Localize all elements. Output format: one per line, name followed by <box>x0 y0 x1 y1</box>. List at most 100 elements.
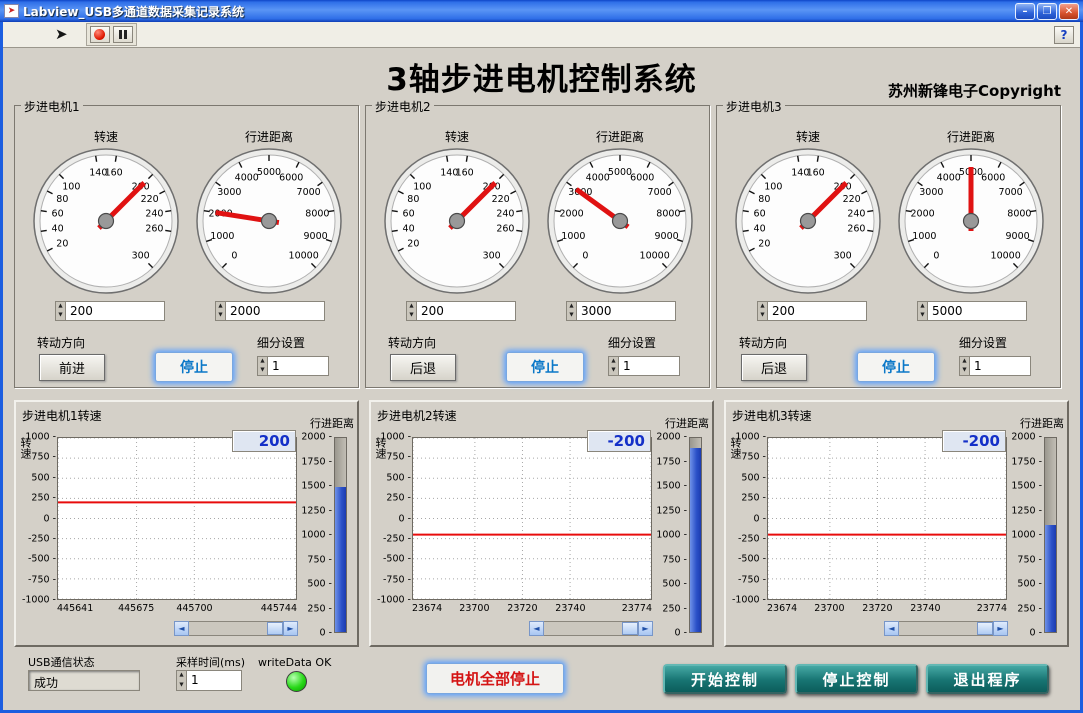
y-tick-label: -750 - <box>27 574 56 586</box>
help-button[interactable]: ? <box>1054 25 1074 44</box>
speed-numeric[interactable]: ▲ ▼ 200 <box>406 301 516 321</box>
svg-text:4000: 4000 <box>586 172 610 183</box>
stop-all-motors-button[interactable]: 电机全部停止 <box>426 663 564 694</box>
speed-numeric[interactable]: ▲ ▼ 200 <box>757 301 867 321</box>
panel-label: 步进电机3 <box>723 98 785 115</box>
titlebar[interactable]: ➤ Labview_USB多通道数据采集记录系统 – ❐ ✕ <box>0 0 1083 22</box>
speed-value-field[interactable]: 200 <box>768 301 867 321</box>
speed-numeric[interactable]: ▲ ▼ 200 <box>55 301 165 321</box>
subdivision-numeric[interactable]: ▲ ▼ 1 <box>608 356 680 376</box>
pause-button[interactable] <box>112 26 133 43</box>
sample-time-numeric[interactable]: ▲ ▼ 1 <box>176 670 242 691</box>
spinner[interactable]: ▲ ▼ <box>917 301 928 321</box>
y-tick-label: 0 - <box>43 513 57 524</box>
speed-gauge-label: 转速 <box>795 130 820 144</box>
exit-program-button[interactable]: 退出程序 <box>926 664 1049 694</box>
spinner[interactable]: ▲ ▼ <box>406 301 417 321</box>
stop-control-button[interactable]: 停止控制 <box>795 664 918 694</box>
close-button[interactable]: ✕ <box>1059 2 1079 20</box>
distance-value-field[interactable]: 3000 <box>577 301 676 321</box>
direction-button[interactable]: 前进 <box>39 354 105 381</box>
speed-gauge[interactable]: 20406080100140160200220240260300 <box>733 146 883 296</box>
y-tick-label: 250 - <box>31 492 56 504</box>
svg-text:60: 60 <box>52 208 64 219</box>
svg-text:9000: 9000 <box>1006 231 1030 242</box>
scrollbar-track[interactable] <box>899 621 993 636</box>
spinner[interactable]: ▲ ▼ <box>215 301 226 321</box>
subdivision-value-field[interactable]: 1 <box>619 356 680 376</box>
distance-bar-fill <box>335 486 346 632</box>
bar-tick-label: 250 - <box>1017 603 1042 614</box>
x-scrollbar[interactable]: ◄ ► <box>174 621 298 636</box>
y-tick-label: -750 - <box>737 574 766 586</box>
maximize-button[interactable]: ❐ <box>1037 2 1057 20</box>
scrollbar-track[interactable] <box>544 621 638 636</box>
minimize-button[interactable]: – <box>1015 2 1035 20</box>
y-tick-label: -1000 - <box>376 594 411 606</box>
scrollbar-thumb[interactable] <box>267 622 283 635</box>
speed-value-field[interactable]: 200 <box>417 301 516 321</box>
scrollbar-thumb[interactable] <box>622 622 638 635</box>
scroll-left-button[interactable]: ◄ <box>529 621 544 636</box>
svg-text:5000: 5000 <box>257 167 281 178</box>
x-tick-label: 23700 <box>459 603 490 614</box>
sample-time-field[interactable]: 1 <box>187 670 242 691</box>
spinner[interactable]: ▲ ▼ <box>566 301 577 321</box>
stop-button[interactable]: 停止 <box>506 352 584 382</box>
spinner[interactable]: ▲ ▼ <box>55 301 66 321</box>
scrollbar-thumb[interactable] <box>977 622 993 635</box>
spinner[interactable]: ▲ ▼ <box>757 301 768 321</box>
x-scrollbar[interactable]: ◄ ► <box>529 621 653 636</box>
scroll-right-button[interactable]: ► <box>638 621 653 636</box>
direction-button[interactable]: 后退 <box>390 354 456 381</box>
svg-text:3000: 3000 <box>919 187 943 198</box>
stop-button[interactable]: 停止 <box>857 352 935 382</box>
svg-text:60: 60 <box>754 208 766 219</box>
scroll-right-button[interactable]: ► <box>283 621 298 636</box>
subdivision-value-field[interactable]: 1 <box>970 356 1031 376</box>
svg-text:0: 0 <box>933 251 939 262</box>
x-scrollbar[interactable]: ◄ ► <box>884 621 1008 636</box>
scrollbar-track[interactable] <box>189 621 283 636</box>
svg-text:4000: 4000 <box>235 172 259 183</box>
scroll-right-button[interactable]: ► <box>993 621 1008 636</box>
speed-value-field[interactable]: 200 <box>66 301 165 321</box>
y-tick-label: -1000 - <box>731 594 766 606</box>
subdivision-numeric[interactable]: ▲ ▼ 1 <box>257 356 329 376</box>
x-tick-label: 23674 <box>412 603 443 614</box>
svg-text:100: 100 <box>62 181 80 192</box>
svg-text:160: 160 <box>807 168 825 179</box>
start-control-button[interactable]: 开始控制 <box>663 664 787 694</box>
bar-scale-labels: 2000 - 1750 - 1500 - 1250 - 1000 - 750 - 500 -… <box>298 432 332 639</box>
spinner[interactable]: ▲ ▼ <box>257 356 268 376</box>
scroll-left-button[interactable]: ◄ <box>174 621 189 636</box>
x-axis-labels: 23674 23700 23720 23740 23774 <box>767 603 1007 615</box>
x-tick-label: 23774 <box>621 603 652 614</box>
distance-gauge[interactable]: 0100020003000400050006000700080009000100… <box>545 146 695 296</box>
y-tick-label: -750 - <box>382 574 411 586</box>
spinner[interactable]: ▲ ▼ <box>608 356 619 376</box>
subdivision-value-field[interactable]: 1 <box>268 356 329 376</box>
distance-gauge[interactable]: 0100020003000400050006000700080009000100… <box>194 146 344 296</box>
run-arrow-icon[interactable]: ➤ <box>55 27 68 42</box>
distance-numeric[interactable]: ▲ ▼ 3000 <box>566 301 676 321</box>
svg-text:300: 300 <box>834 251 852 262</box>
spinner[interactable]: ▲ ▼ <box>176 670 187 691</box>
svg-text:5000: 5000 <box>608 167 632 178</box>
speed-gauge[interactable]: 20406080100140160200220240260300 <box>382 146 532 296</box>
motor-panel-1: 步进电机1 转速 行进距离 20406080100140160200220240… <box>14 98 359 388</box>
svg-text:0: 0 <box>231 251 237 262</box>
direction-button[interactable]: 后退 <box>741 354 807 381</box>
distance-numeric[interactable]: ▲ ▼ 5000 <box>917 301 1027 321</box>
scroll-left-button[interactable]: ◄ <box>884 621 899 636</box>
distance-gauge[interactable]: 0100020003000400050006000700080009000100… <box>896 146 1046 296</box>
distance-value-field[interactable]: 2000 <box>226 301 325 321</box>
subdivision-numeric[interactable]: ▲ ▼ 1 <box>959 356 1031 376</box>
abort-button[interactable] <box>89 26 110 43</box>
stop-button[interactable]: 停止 <box>155 352 233 382</box>
speed-gauge[interactable]: 20406080100140160200220240260300 <box>31 146 181 296</box>
distance-numeric[interactable]: ▲ ▼ 2000 <box>215 301 325 321</box>
spinner[interactable]: ▲ ▼ <box>959 356 970 376</box>
x-tick-label: 23720 <box>507 603 538 614</box>
distance-value-field[interactable]: 5000 <box>928 301 1027 321</box>
